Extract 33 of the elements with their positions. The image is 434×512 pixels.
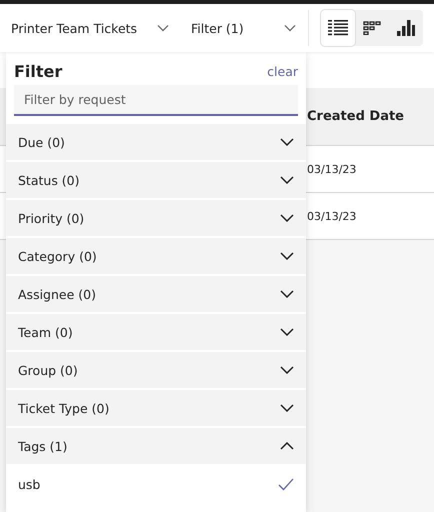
filter-section[interactable]: Team (0) [6,314,306,350]
table-cell: 03/13/23 [307,162,356,176]
chevron-down-icon [284,24,296,32]
chevron-down-icon [280,138,294,146]
chevron-down-icon [280,404,294,412]
filter-option[interactable]: usb [6,466,306,503]
chevron-down-icon [157,24,169,32]
column-header: Created Date [307,109,404,124]
chevron-up-icon [280,442,294,450]
chevron-down-icon [280,328,294,336]
chevron-down-icon [280,290,294,298]
list-icon [328,20,348,36]
chevron-down-icon [280,214,294,222]
table-cell: 03/13/23 [307,210,356,222]
search-field[interactable]: Filter by request [14,85,298,116]
filter-section[interactable]: Ticket Type (0) [6,390,306,426]
list-view-button[interactable] [321,10,355,46]
filter-section[interactable]: Tags (1) [6,428,306,464]
chevron-down-icon [280,366,294,374]
filter-dropdown[interactable]: Filter (1) [191,20,296,36]
panel-title: Filter [14,62,62,81]
clear-link[interactable]: clear [267,64,298,79]
filter-section[interactable]: Category (0) [6,238,306,274]
filter-section[interactable]: Group (0) [6,352,306,388]
board-icon [363,21,381,35]
chevron-down-icon [280,252,294,260]
bar-chart-icon [397,20,415,36]
filter-section[interactable]: Priority (0) [6,200,306,236]
filter-section[interactable]: Due (0) [6,124,306,160]
team-dropdown[interactable]: Printer Team Tickets [11,20,169,36]
filter-section[interactable]: Status (0) [6,162,306,198]
chevron-down-icon [280,176,294,184]
filter-section[interactable]: Assignee (0) [6,276,306,312]
